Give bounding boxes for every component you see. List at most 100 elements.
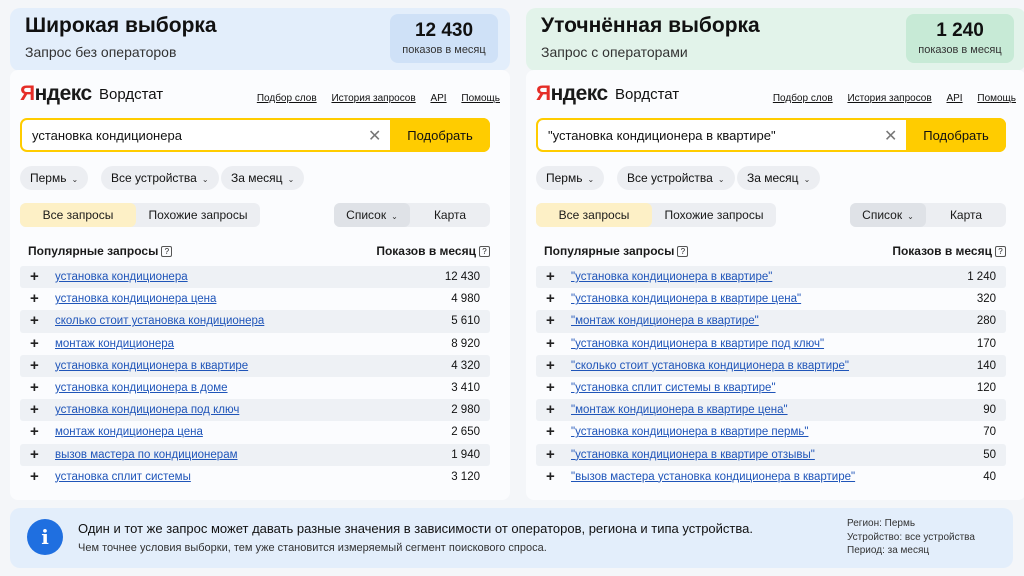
tab-all-queries[interactable]: Все запросы [536, 203, 652, 227]
clear-icon[interactable]: ✕ [368, 126, 381, 146]
yandex-logo[interactable]: Яндекс [20, 82, 92, 106]
impressions-value: 90 [983, 404, 996, 417]
view-list[interactable]: Список ⌄ [850, 203, 926, 227]
query-link[interactable]: "установка кондиционера в квартире отзыв… [571, 449, 815, 461]
chevron-down-icon: ⌄ [803, 175, 811, 184]
nav-link-help[interactable]: Помощь [977, 93, 1016, 104]
wordstat-window: Яндекс Вордстат Подбор слов История запр… [526, 70, 1024, 500]
add-query-icon[interactable]: + [546, 423, 555, 440]
query-link[interactable]: "монтаж кондиционера в квартире цена" [571, 404, 788, 416]
tab-similar-queries[interactable]: Похожие запросы [136, 203, 260, 227]
table-row: + установка кондиционера 12 430 [20, 266, 490, 289]
wordstat-window: Яндекс Вордстат Подбор слов История запр… [10, 70, 510, 500]
query-link[interactable]: "установка кондиционера в квартире пермь… [571, 426, 808, 438]
add-query-icon[interactable]: + [30, 268, 39, 285]
tab-all-queries[interactable]: Все запросы [20, 203, 136, 227]
table-row: + установка кондиционера под ключ 2 980 [20, 399, 490, 422]
view-map[interactable]: Карта [926, 203, 1006, 227]
query-link[interactable]: "сколько стоит установка кондиционера в … [571, 360, 849, 372]
table-row: + "установка кондиционера в квартире" 1 24… [536, 266, 1006, 289]
add-query-icon[interactable]: + [30, 290, 39, 307]
add-query-icon[interactable]: + [30, 401, 39, 418]
region-filter[interactable]: Пермь ⌄ [536, 166, 605, 190]
add-query-icon[interactable]: + [546, 468, 555, 485]
table-row: + "сколько стоит установка кондиционера в… [536, 354, 1006, 377]
impressions-value: 170 [976, 337, 996, 350]
add-query-icon[interactable]: + [546, 357, 555, 374]
view-list[interactable]: Список ⌄ [334, 203, 410, 227]
query-link[interactable]: "установка кондиционера в квартире" [571, 271, 772, 283]
query-link[interactable]: "вызов мастера установка кондиционера в … [571, 471, 855, 483]
impressions-value: 4 980 [451, 293, 480, 306]
table-row: + установка кондиционера в доме 3 410 [20, 377, 490, 399]
period-filter[interactable]: За месяц ⌄ [737, 166, 821, 190]
query-link[interactable]: сколько стоит установка кондиционера [55, 315, 264, 327]
search-input[interactable] [548, 120, 868, 150]
chevron-down-icon: ⌄ [71, 175, 79, 184]
query-link[interactable]: установка кондиционера в доме [55, 382, 228, 394]
help-icon[interactable]: ? [995, 246, 1006, 257]
view-map[interactable]: Карта [410, 203, 490, 227]
nav-link-help[interactable]: Помощь [461, 93, 500, 104]
query-link[interactable]: "установка сплит системы в квартире" [571, 382, 776, 394]
search-button[interactable]: Подобрать [390, 118, 490, 152]
nav-link-api[interactable]: API [430, 93, 446, 104]
query-link[interactable]: монтаж кондиционера [55, 338, 174, 350]
region-filter[interactable]: Пермь ⌄ [20, 166, 89, 190]
impressions-value: 2 980 [451, 404, 480, 417]
period-filter[interactable]: За месяц ⌄ [221, 166, 305, 190]
nav-link-api[interactable]: API [946, 93, 962, 104]
chevron-down-icon: ⌄ [391, 212, 398, 221]
panel-title: Широкая выборка [25, 14, 217, 37]
query-link[interactable]: установка кондиционера в квартире [55, 360, 248, 372]
query-link[interactable]: "установка кондиционера в квартире цена" [571, 293, 801, 305]
add-query-icon[interactable]: + [546, 401, 555, 418]
impressions-value: 140 [976, 359, 996, 372]
search-button[interactable]: Подобрать [906, 118, 1006, 152]
query-link[interactable]: "монтаж кондиционера в квартире" [571, 315, 759, 327]
add-query-icon[interactable]: + [30, 468, 39, 485]
add-query-icon[interactable]: + [546, 446, 555, 463]
yandex-logo[interactable]: Яндекс [536, 82, 608, 106]
nav-link-word-selection[interactable]: Подбор слов [773, 93, 833, 104]
table-row: + установка кондиционера в квартире 4 320 [20, 354, 490, 377]
help-icon[interactable]: ? [161, 246, 173, 257]
query-link[interactable]: установка кондиционера под ключ [55, 404, 239, 416]
info-sub-text: Чем точнее условия выборки, тем уже стан… [78, 542, 547, 554]
add-query-icon[interactable]: + [30, 379, 39, 396]
add-query-icon[interactable]: + [30, 423, 39, 440]
add-query-icon[interactable]: + [546, 335, 555, 352]
add-query-icon[interactable]: + [30, 357, 39, 374]
add-query-icon[interactable]: + [546, 268, 555, 285]
tab-similar-queries[interactable]: Похожие запросы [652, 203, 776, 227]
impressions-value: 280 [976, 315, 996, 328]
nav-link-word-selection[interactable]: Подбор слов [257, 93, 317, 104]
add-query-icon[interactable]: + [30, 335, 39, 352]
query-link[interactable]: установка кондиционера [55, 271, 188, 283]
query-link[interactable]: монтаж кондиционера цена [55, 426, 203, 438]
table-row: + монтаж кондиционера 8 920 [20, 333, 490, 355]
query-link[interactable]: вызов мастера по кондиционерам [55, 449, 238, 461]
search-input[interactable] [32, 120, 352, 150]
query-link[interactable]: установка сплит системы [55, 471, 191, 483]
add-query-icon[interactable]: + [30, 312, 39, 329]
help-icon[interactable]: ? [677, 246, 689, 257]
table-row: + "установка сплит системы в квартире" 120 [536, 377, 1006, 399]
query-link[interactable]: "установка кондиционера в квартире под к… [571, 338, 824, 350]
device-filter[interactable]: Все устройства ⌄ [617, 166, 735, 190]
device-filter[interactable]: Все устройства ⌄ [101, 166, 219, 190]
add-query-icon[interactable]: + [546, 290, 555, 307]
table-row: + "установка кондиционера в квартире цена… [536, 288, 1006, 310]
table-header: Популярные запросы? Показов в месяц? [20, 242, 490, 260]
query-link[interactable]: установка кондиционера цена [55, 293, 216, 305]
nav-link-query-history[interactable]: История запросов [847, 93, 931, 104]
impressions-value: 5 610 [451, 315, 480, 328]
clear-icon[interactable]: ✕ [884, 126, 897, 146]
nav-link-query-history[interactable]: История запросов [331, 93, 415, 104]
panel-subtitle: Запрос с операторами [541, 44, 688, 60]
results-table: + установка кондиционера 12 430 + установка … [20, 266, 490, 488]
add-query-icon[interactable]: + [546, 312, 555, 329]
add-query-icon[interactable]: + [30, 446, 39, 463]
add-query-icon[interactable]: + [546, 379, 555, 396]
help-icon[interactable]: ? [479, 246, 490, 257]
